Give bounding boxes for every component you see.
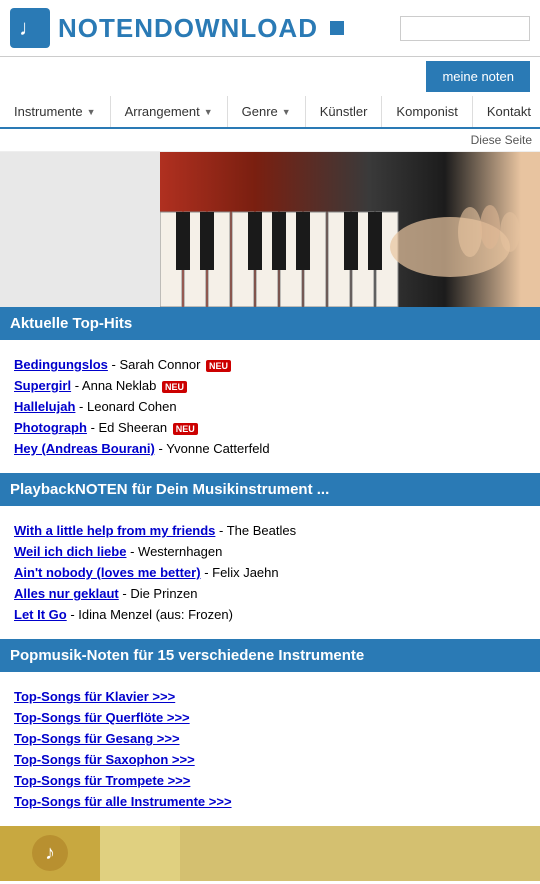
artist-text: - Sarah Connor	[112, 357, 201, 372]
list-item: Bedingungslos - Sarah Connor NEU	[14, 354, 526, 375]
top-hits-header: Aktuelle Top-Hits	[0, 307, 540, 340]
logo-icon: ♩	[10, 8, 50, 48]
nav-label-arrangement: Arrangement	[125, 104, 200, 119]
artist-text: - Idina Menzel (aus: Frozen)	[70, 607, 233, 622]
top-hit-link-1[interactable]: Bedingungslos	[14, 357, 108, 372]
piano-keys-svg	[160, 152, 540, 307]
list-item: Supergirl - Anna Neklab NEU	[14, 375, 526, 396]
meine-noten-button[interactable]: meine noten	[426, 61, 530, 92]
nav-label-komponist: Komponist	[396, 104, 457, 119]
playback-list: With a little help from my friends - The…	[14, 514, 526, 631]
top-songs-link-gesang[interactable]: Top-Songs für Gesang >>>	[14, 731, 180, 746]
bottom-image: ♪	[0, 826, 540, 881]
logo-square-decoration	[330, 21, 344, 35]
list-item: Top-Songs für Gesang >>>	[14, 728, 526, 749]
nav-item-kontakt[interactable]: Kontakt	[473, 96, 540, 127]
artist-text: - The Beatles	[219, 523, 296, 538]
nav-label-genre: Genre	[242, 104, 278, 119]
artist-text: - Leonard Cohen	[79, 399, 177, 414]
list-item: Top-Songs für Klavier >>>	[14, 686, 526, 707]
list-item: Photograph - Ed Sheeran NEU	[14, 417, 526, 438]
diese-seite-bar: Diese Seite	[0, 129, 540, 152]
meine-noten-row: meine noten	[0, 57, 540, 96]
top-songs-link-alle[interactable]: Top-Songs für alle Instrumente >>>	[14, 794, 232, 809]
playback-title: PlaybackNOTEN für Dein Musikinstrument .…	[10, 481, 329, 498]
list-item: Top-Songs für Saxophon >>>	[14, 749, 526, 770]
playback-link-4[interactable]: Alles nur geklaut	[14, 586, 119, 601]
playback-content: With a little help from my friends - The…	[0, 506, 540, 639]
nav-item-komponist[interactable]: Komponist	[382, 96, 472, 127]
playback-link-5[interactable]: Let It Go	[14, 607, 67, 622]
artist-text: - Die Prinzen	[122, 586, 197, 601]
playback-link-2[interactable]: Weil ich dich liebe	[14, 544, 126, 559]
top-songs-title: Popmusik-Noten für 15 verschiedene Instr…	[10, 647, 364, 664]
artist-text: - Yvonne Catterfeld	[159, 441, 270, 456]
list-item: Alles nur geklaut - Die Prinzen	[14, 583, 526, 604]
top-hit-link-5[interactable]: Hey (Andreas Bourani)	[14, 441, 155, 456]
list-item: Let It Go - Idina Menzel (aus: Frozen)	[14, 604, 526, 625]
chevron-down-icon: ▼	[204, 107, 213, 117]
top-songs-link-querfloete[interactable]: Top-Songs für Querflöte >>>	[14, 710, 190, 725]
playback-header: PlaybackNOTEN für Dein Musikinstrument .…	[0, 473, 540, 506]
artist-text: - Ed Sheeran	[91, 420, 168, 435]
bottom-image-svg: ♪	[0, 826, 540, 881]
nav-label-instrumente: Instrumente	[14, 104, 83, 119]
top-hit-link-2[interactable]: Supergirl	[14, 378, 71, 393]
artist-text: - Anna Neklab	[75, 378, 157, 393]
piano-visual	[160, 152, 540, 307]
nav-bar: Instrumente ▼ Arrangement ▼ Genre ▼ Küns…	[0, 96, 540, 129]
list-item: Ain't nobody (loves me better) - Felix J…	[14, 562, 526, 583]
top-hits-content: Bedingungslos - Sarah Connor NEU Supergi…	[0, 340, 540, 473]
list-item: Top-Songs für Querflöte >>>	[14, 707, 526, 728]
search-input[interactable]	[400, 16, 530, 41]
nav-item-genre[interactable]: Genre ▼	[228, 96, 306, 127]
logo-text: NOTENDOWNLOAD	[58, 13, 318, 44]
top-hit-link-4[interactable]: Photograph	[14, 420, 87, 435]
chevron-down-icon: ▼	[87, 107, 96, 117]
logo-area: ♩ NOTENDOWNLOAD	[10, 8, 344, 48]
top-hits-title: Aktuelle Top-Hits	[10, 315, 132, 332]
top-songs-header: Popmusik-Noten für 15 verschiedene Instr…	[0, 639, 540, 672]
diese-seite-text: Diese Seite	[471, 133, 532, 147]
nav-item-arrangement[interactable]: Arrangement ▼	[111, 96, 228, 127]
neu-badge: NEU	[173, 423, 198, 435]
header-right	[400, 16, 530, 41]
nav-label-kontakt: Kontakt	[487, 104, 531, 119]
list-item: Top-Songs für Trompete >>>	[14, 770, 526, 791]
top-songs-link-klavier[interactable]: Top-Songs für Klavier >>>	[14, 689, 175, 704]
hero-image	[0, 152, 540, 307]
list-item: Hey (Andreas Bourani) - Yvonne Catterfel…	[14, 438, 526, 459]
top-songs-content: Top-Songs für Klavier >>> Top-Songs für …	[0, 672, 540, 826]
nav-item-kuenstler[interactable]: Künstler	[306, 96, 383, 127]
artist-text: - Felix Jaehn	[204, 565, 278, 580]
header: ♩ NOTENDOWNLOAD	[0, 0, 540, 57]
artist-text: - Westernhagen	[130, 544, 222, 559]
list-item: Top-Songs für alle Instrumente >>>	[14, 791, 526, 812]
top-hits-list: Bedingungslos - Sarah Connor NEU Supergi…	[14, 348, 526, 465]
nav-item-instrumente[interactable]: Instrumente ▼	[0, 96, 111, 127]
list-item: Hallelujah - Leonard Cohen	[14, 396, 526, 417]
list-item: With a little help from my friends - The…	[14, 520, 526, 541]
chevron-down-icon: ▼	[282, 107, 291, 117]
top-songs-list: Top-Songs für Klavier >>> Top-Songs für …	[14, 680, 526, 818]
list-item: Weil ich dich liebe - Westernhagen	[14, 541, 526, 562]
nav-bar-outer: Instrumente ▼ Arrangement ▼ Genre ▼ Küns…	[0, 96, 540, 129]
neu-badge: NEU	[206, 360, 231, 372]
nav-label-kuenstler: Künstler	[320, 104, 368, 119]
playback-link-3[interactable]: Ain't nobody (loves me better)	[14, 565, 201, 580]
neu-badge: NEU	[162, 381, 187, 393]
playback-link-1[interactable]: With a little help from my friends	[14, 523, 215, 538]
top-hit-link-3[interactable]: Hallelujah	[14, 399, 75, 414]
top-songs-link-saxophon[interactable]: Top-Songs für Saxophon >>>	[14, 752, 195, 767]
top-songs-link-trompete[interactable]: Top-Songs für Trompete >>>	[14, 773, 190, 788]
svg-text:♪: ♪	[45, 842, 55, 864]
